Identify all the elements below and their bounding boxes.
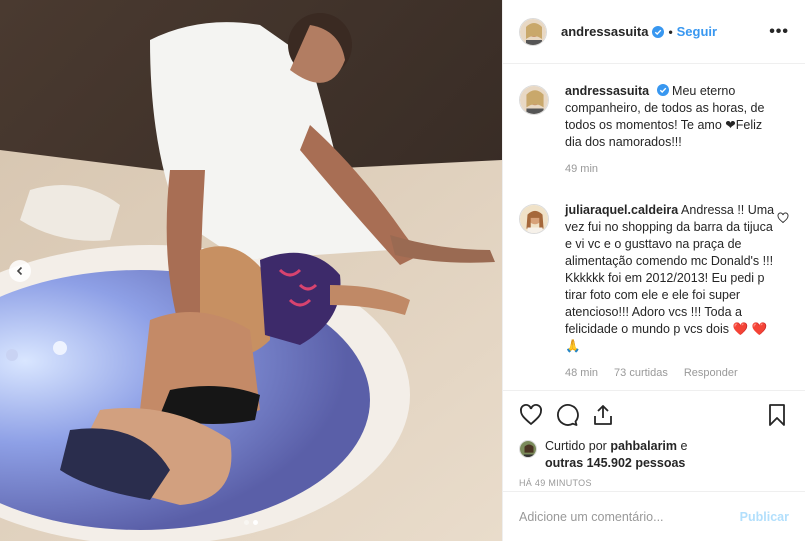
comment-item: juliaraquel.caldeira Andressa !! Uma vez… bbox=[519, 202, 789, 382]
comment-input[interactable] bbox=[519, 509, 740, 524]
photo-image bbox=[0, 0, 502, 541]
carousel-prev-button[interactable] bbox=[9, 260, 31, 282]
instagram-post: andressasuita • Seguir ••• andressasuita… bbox=[0, 0, 805, 541]
more-options-icon[interactable]: ••• bbox=[769, 23, 789, 41]
reply-button[interactable]: Responder bbox=[684, 365, 738, 382]
comment-time[interactable]: 48 min bbox=[565, 365, 598, 382]
post-sidebar: andressasuita • Seguir ••• andressasuita… bbox=[502, 0, 805, 541]
publish-button[interactable]: Publicar bbox=[740, 510, 789, 524]
comment-username[interactable]: juliaraquel.caldeira bbox=[565, 203, 678, 217]
post-photo[interactable] bbox=[0, 0, 502, 541]
like-comment-heart-icon[interactable] bbox=[777, 212, 789, 224]
avatar[interactable] bbox=[519, 204, 549, 234]
bookmark-icon[interactable] bbox=[765, 403, 789, 427]
follow-button[interactable]: Seguir bbox=[677, 24, 717, 39]
avatar-image bbox=[520, 18, 546, 45]
caption-username[interactable]: andressasuita bbox=[565, 84, 649, 98]
action-icons bbox=[519, 401, 789, 429]
verified-badge-icon bbox=[652, 25, 665, 38]
post-timestamp[interactable]: HÁ 49 MINUTOS bbox=[519, 478, 789, 488]
post-actions: Curtido por pahbalarim e outras 145.902 … bbox=[503, 390, 805, 488]
header-username[interactable]: andressasuita bbox=[561, 24, 648, 39]
verified-badge-icon bbox=[656, 84, 669, 96]
avatar-image bbox=[520, 205, 548, 233]
comments-list[interactable]: andressasuita Meu eterno companheiro, de… bbox=[503, 65, 805, 390]
carousel-dot-active[interactable] bbox=[253, 520, 258, 525]
post-header: andressasuita • Seguir ••• bbox=[503, 0, 805, 64]
caption: andressasuita Meu eterno companheiro, de… bbox=[519, 83, 789, 178]
avatar[interactable] bbox=[519, 17, 547, 46]
comment-bubble-icon[interactable] bbox=[555, 403, 579, 427]
likes-user[interactable]: pahbalarim bbox=[610, 439, 677, 453]
carousel-dot[interactable] bbox=[244, 520, 249, 525]
carousel-dots bbox=[244, 520, 258, 525]
share-upload-icon[interactable] bbox=[591, 403, 615, 427]
chevron-left-icon bbox=[16, 266, 23, 276]
comment-text: Andressa !! Uma vez fui no shopping da b… bbox=[565, 203, 775, 353]
like-heart-icon[interactable] bbox=[519, 403, 543, 427]
avatar[interactable] bbox=[519, 85, 549, 115]
header-separator: • bbox=[668, 24, 673, 39]
avatar-image bbox=[520, 86, 548, 114]
likes-summary: Curtido por pahbalarim e outras 145.902 … bbox=[519, 438, 789, 472]
avatar-image bbox=[520, 441, 536, 457]
add-comment-bar: Publicar bbox=[503, 491, 805, 541]
comment-likes[interactable]: 73 curtidas bbox=[614, 365, 668, 382]
avatar[interactable] bbox=[519, 440, 537, 458]
likes-middle: e bbox=[680, 439, 688, 453]
likes-others[interactable]: outras 145.902 pessoas bbox=[545, 456, 685, 470]
likes-prefix: Curtido por bbox=[545, 439, 607, 453]
caption-time[interactable]: 49 min bbox=[565, 161, 598, 178]
